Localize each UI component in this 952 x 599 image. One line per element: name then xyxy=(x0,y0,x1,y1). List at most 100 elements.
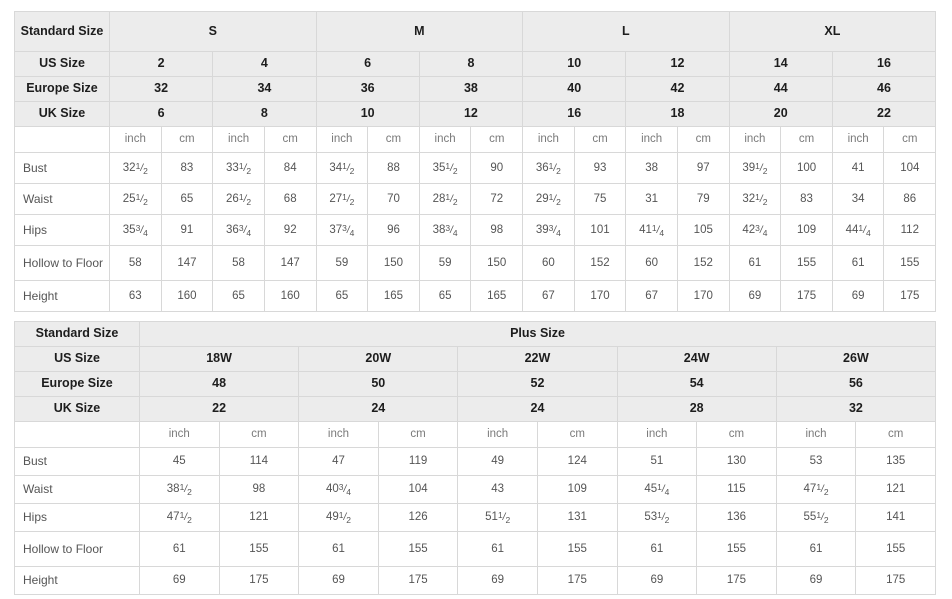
measurement-value: 72 xyxy=(490,193,503,205)
value-whole: 98 xyxy=(490,223,504,236)
value-whole: 152 xyxy=(590,256,610,269)
measurement-value: 531/2 xyxy=(644,510,670,526)
measurement-value: 147 xyxy=(177,257,196,269)
measurement-cell: 251/2 xyxy=(109,183,162,215)
row-label: US Size xyxy=(14,346,140,372)
value-fraction: 3/4 xyxy=(135,222,148,238)
measurement-value: 83 xyxy=(800,193,813,205)
value-whole: 155 xyxy=(796,256,817,269)
measurement-cell: 38 xyxy=(625,152,678,184)
measurement-value: 53 xyxy=(810,455,823,467)
measurement-value: 109 xyxy=(568,483,587,495)
measurement-value: 97 xyxy=(697,162,710,174)
size-value: 12 xyxy=(418,101,524,127)
measurement-cell: 41 xyxy=(831,152,885,184)
value-whole: 37 xyxy=(329,223,343,236)
measurement-value: 155 xyxy=(900,257,919,269)
unit-header: inch xyxy=(457,421,538,448)
measurement-value: 271/2 xyxy=(329,192,354,207)
value-fraction: 1/2 xyxy=(179,510,192,526)
unit-header: inch xyxy=(418,126,472,153)
measurement-cell: 321/2 xyxy=(109,152,162,184)
measurement-cell: 109 xyxy=(780,214,833,246)
measurement-value: 67 xyxy=(542,290,555,302)
measurement-cell: 59 xyxy=(315,245,369,281)
value-fraction: 3/4 xyxy=(238,222,252,238)
value-whole: 32 xyxy=(122,161,136,174)
measurement-cell: 61 xyxy=(616,531,698,567)
value-whole: 131 xyxy=(567,511,587,524)
value-whole: 65 xyxy=(335,289,349,302)
value-whole: 100 xyxy=(796,161,817,174)
measurement-value: 101 xyxy=(590,224,609,236)
unit-header: inch xyxy=(212,126,265,153)
value-whole: 147 xyxy=(280,256,300,269)
value-whole: 45 xyxy=(644,483,658,496)
measurement-cell: 393/4 xyxy=(522,214,575,246)
value-fraction: 3/4 xyxy=(755,222,768,238)
value-fraction: 3/4 xyxy=(338,482,351,498)
row-label: Europe Size xyxy=(14,371,140,397)
value-fraction: 1/2 xyxy=(755,191,768,207)
measurement-cell: 83 xyxy=(780,183,833,215)
measurement-value: 31 xyxy=(645,193,658,205)
unit-header: cm xyxy=(855,421,937,448)
value-fraction: 1/2 xyxy=(548,160,561,176)
size-value: 52 xyxy=(457,371,618,397)
value-whole: 96 xyxy=(387,223,400,236)
size-value: 10 xyxy=(522,51,627,77)
measurement-value: 175 xyxy=(886,574,905,586)
measurement-cell: 531/2 xyxy=(616,503,698,532)
measurement-value: 121 xyxy=(886,483,905,495)
size-value: 50 xyxy=(298,371,459,397)
value-whole: 61 xyxy=(851,256,865,269)
value-fraction: 1/2 xyxy=(657,510,670,526)
value-whole: 34 xyxy=(329,161,343,174)
measurement-cell: 58 xyxy=(212,245,265,281)
measurement-cell: 67 xyxy=(522,280,575,312)
measurement-label: Height xyxy=(14,280,110,312)
value-whole: 69 xyxy=(748,289,762,302)
value-whole: 175 xyxy=(726,574,747,587)
value-fraction: 1/2 xyxy=(497,510,511,526)
measurement-cell: 69 xyxy=(775,566,857,595)
value-whole: 58 xyxy=(128,256,142,269)
size-group-header-l: L xyxy=(522,11,730,52)
measurement-value: 58 xyxy=(129,257,142,269)
unit-header: inch xyxy=(728,126,782,153)
value-whole: 97 xyxy=(696,161,710,174)
measurement-value: 115 xyxy=(727,483,745,495)
value-whole: 61 xyxy=(650,542,664,555)
value-fraction: 1/2 xyxy=(238,191,252,207)
measurement-label: Bust xyxy=(14,447,140,476)
value-fraction: 1/2 xyxy=(816,482,829,498)
measurement-label: Bust xyxy=(14,152,110,184)
value-whole: 175 xyxy=(886,574,906,587)
measurement-cell: 69 xyxy=(457,566,538,595)
measurement-value: 451/4 xyxy=(644,482,669,497)
measurement-value: 58 xyxy=(232,257,245,269)
measurement-value: 69 xyxy=(491,574,504,586)
value-whole: 165 xyxy=(383,289,404,302)
measurement-value: 175 xyxy=(249,574,268,586)
size-value: 32 xyxy=(108,76,214,102)
measurement-value: 155 xyxy=(249,543,268,555)
value-whole: 40 xyxy=(325,483,339,496)
measurement-value: 119 xyxy=(409,455,427,467)
measurement-value: 90 xyxy=(490,162,503,174)
measurement-label: Hips xyxy=(14,214,110,246)
unit-header: cm xyxy=(367,126,420,153)
value-whole: 75 xyxy=(593,192,607,205)
value-fraction: 1/2 xyxy=(445,191,458,207)
measurement-value: 175 xyxy=(900,290,919,302)
measurement-cell: 361/2 xyxy=(522,152,575,184)
measurement-value: 175 xyxy=(408,574,427,586)
measurement-cell: 59 xyxy=(418,245,472,281)
size-value: 40 xyxy=(522,76,627,102)
row-label: Europe Size xyxy=(14,76,110,102)
size-value: 28 xyxy=(616,396,777,422)
measurement-cell: 104 xyxy=(377,475,459,504)
value-whole: 83 xyxy=(800,192,813,205)
measurement-cell: 353/4 xyxy=(109,214,162,246)
size-value: 16 xyxy=(522,101,627,127)
